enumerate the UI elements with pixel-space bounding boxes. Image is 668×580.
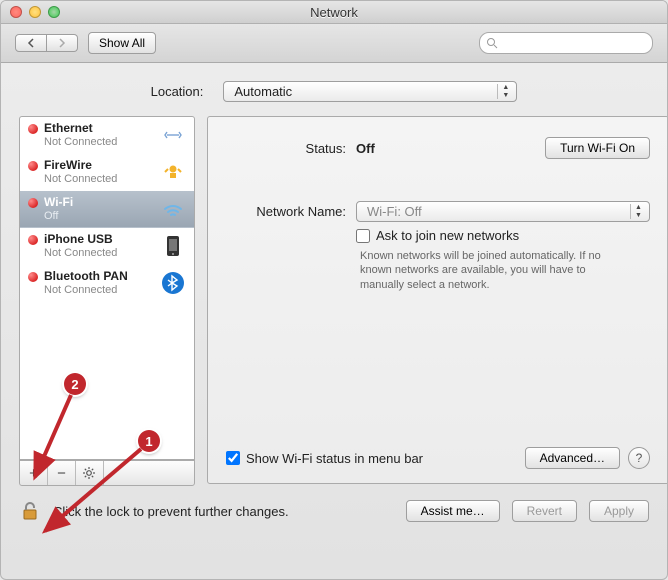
close-icon[interactable] xyxy=(10,6,22,18)
panel-footer: Show Wi-Fi status in menu bar Advanced… … xyxy=(226,447,650,469)
sidebar-item-sub: Not Connected xyxy=(44,247,154,259)
chevron-left-icon xyxy=(26,38,36,48)
add-button[interactable]: + xyxy=(20,461,48,485)
sidebar-item-sub: Off xyxy=(44,210,154,222)
sidebar-item-sub: Not Connected xyxy=(44,173,154,185)
network-name-label: Network Name: xyxy=(226,204,346,219)
sidebar-item-sub: Not Connected xyxy=(44,136,154,148)
location-label: Location: xyxy=(151,84,204,99)
firewire-icon xyxy=(160,159,186,185)
ask-join-checkbox[interactable] xyxy=(356,229,370,243)
interface-list: Ethernet Not Connected FireWire Not Conn… xyxy=(19,116,195,460)
sidebar-footer: + − xyxy=(19,460,195,486)
zoom-icon[interactable] xyxy=(48,6,60,18)
sidebar-item-label: Wi-Fi xyxy=(44,196,154,209)
callout-1: 1 xyxy=(138,430,160,452)
back-button[interactable] xyxy=(15,34,47,52)
sidebar-item-label: Ethernet xyxy=(44,122,154,135)
location-select[interactable]: Automatic ▲▼ xyxy=(223,81,517,102)
callout-2: 2 xyxy=(64,373,86,395)
sidebar-item-label: FireWire xyxy=(44,159,154,172)
window-footer: Click the lock to prevent further change… xyxy=(1,486,667,536)
gear-icon xyxy=(82,466,96,480)
titlebar: Network xyxy=(1,1,667,24)
lock-icon[interactable] xyxy=(19,500,41,522)
assist-button[interactable]: Assist me… xyxy=(406,500,500,522)
ask-join-help: Known networks will be joined automatica… xyxy=(360,249,610,292)
location-value: Automatic xyxy=(234,84,292,99)
minimize-icon[interactable] xyxy=(29,6,41,18)
toolbar: Show All xyxy=(1,24,667,63)
apply-button[interactable]: Apply xyxy=(589,500,649,522)
traffic-lights xyxy=(10,6,60,18)
status-label: Status: xyxy=(226,141,346,156)
bluetooth-icon xyxy=(160,270,186,296)
turn-wifi-on-button[interactable]: Turn Wi-Fi On xyxy=(545,137,650,159)
show-all-button[interactable]: Show All xyxy=(88,32,156,54)
stepper-icon: ▲▼ xyxy=(497,84,513,99)
prefs-window: Network Show All Location: Automatic ▲▼ xyxy=(0,0,668,580)
window-title: Network xyxy=(9,5,659,20)
sidebar-item-iphone[interactable]: iPhone USB Not Connected xyxy=(20,228,194,265)
sidebar-item-ethernet[interactable]: Ethernet Not Connected xyxy=(20,117,194,154)
network-name-value: Wi-Fi: Off xyxy=(367,204,422,219)
sidebar-item-label: iPhone USB xyxy=(44,233,154,246)
show-status-label: Show Wi-Fi status in menu bar xyxy=(246,451,423,466)
help-button[interactable]: ? xyxy=(628,447,650,469)
revert-button[interactable]: Revert xyxy=(512,500,577,522)
status-dot-icon xyxy=(28,272,38,282)
show-status-checkbox[interactable] xyxy=(226,451,240,465)
sidebar-column: Ethernet Not Connected FireWire Not Conn… xyxy=(19,116,195,486)
status-dot-icon xyxy=(28,124,38,134)
gear-button[interactable] xyxy=(76,461,104,485)
wifi-icon xyxy=(160,196,186,222)
remove-button[interactable]: − xyxy=(48,461,76,485)
ethernet-icon xyxy=(160,122,186,148)
network-name-select[interactable]: Wi-Fi: Off ▲▼ xyxy=(356,201,650,222)
stepper-icon: ▲▼ xyxy=(630,204,646,219)
content: Ethernet Not Connected FireWire Not Conn… xyxy=(1,116,667,486)
status-value: Off xyxy=(356,141,375,156)
sidebar-item-firewire[interactable]: FireWire Not Connected xyxy=(20,154,194,191)
ask-join-label: Ask to join new networks xyxy=(376,228,519,243)
detail-panel: Status: Off Turn Wi-Fi On Network Name: … xyxy=(207,116,668,484)
status-dot-icon xyxy=(28,235,38,245)
status-row: Status: Off Turn Wi-Fi On xyxy=(226,137,650,159)
status-dot-icon xyxy=(28,198,38,208)
forward-button[interactable] xyxy=(47,34,78,52)
sidebar-item-label: Bluetooth PAN xyxy=(44,270,154,283)
location-row: Location: Automatic ▲▼ xyxy=(1,63,667,116)
sidebar-item-sub: Not Connected xyxy=(44,284,154,296)
status-dot-icon xyxy=(28,161,38,171)
iphone-icon xyxy=(160,233,186,259)
sidebar-item-bluetooth[interactable]: Bluetooth PAN Not Connected xyxy=(20,265,194,302)
network-name-row: Network Name: Wi-Fi: Off ▲▼ xyxy=(226,201,650,222)
chevron-right-icon xyxy=(57,38,67,48)
nav-segment xyxy=(15,34,78,52)
advanced-button[interactable]: Advanced… xyxy=(525,447,620,469)
ask-join-row: Ask to join new networks xyxy=(356,228,650,243)
sidebar-item-wifi[interactable]: Wi-Fi Off xyxy=(20,191,194,228)
lock-text: Click the lock to prevent further change… xyxy=(53,504,289,519)
search-icon xyxy=(486,37,498,49)
search-input[interactable] xyxy=(479,32,653,54)
